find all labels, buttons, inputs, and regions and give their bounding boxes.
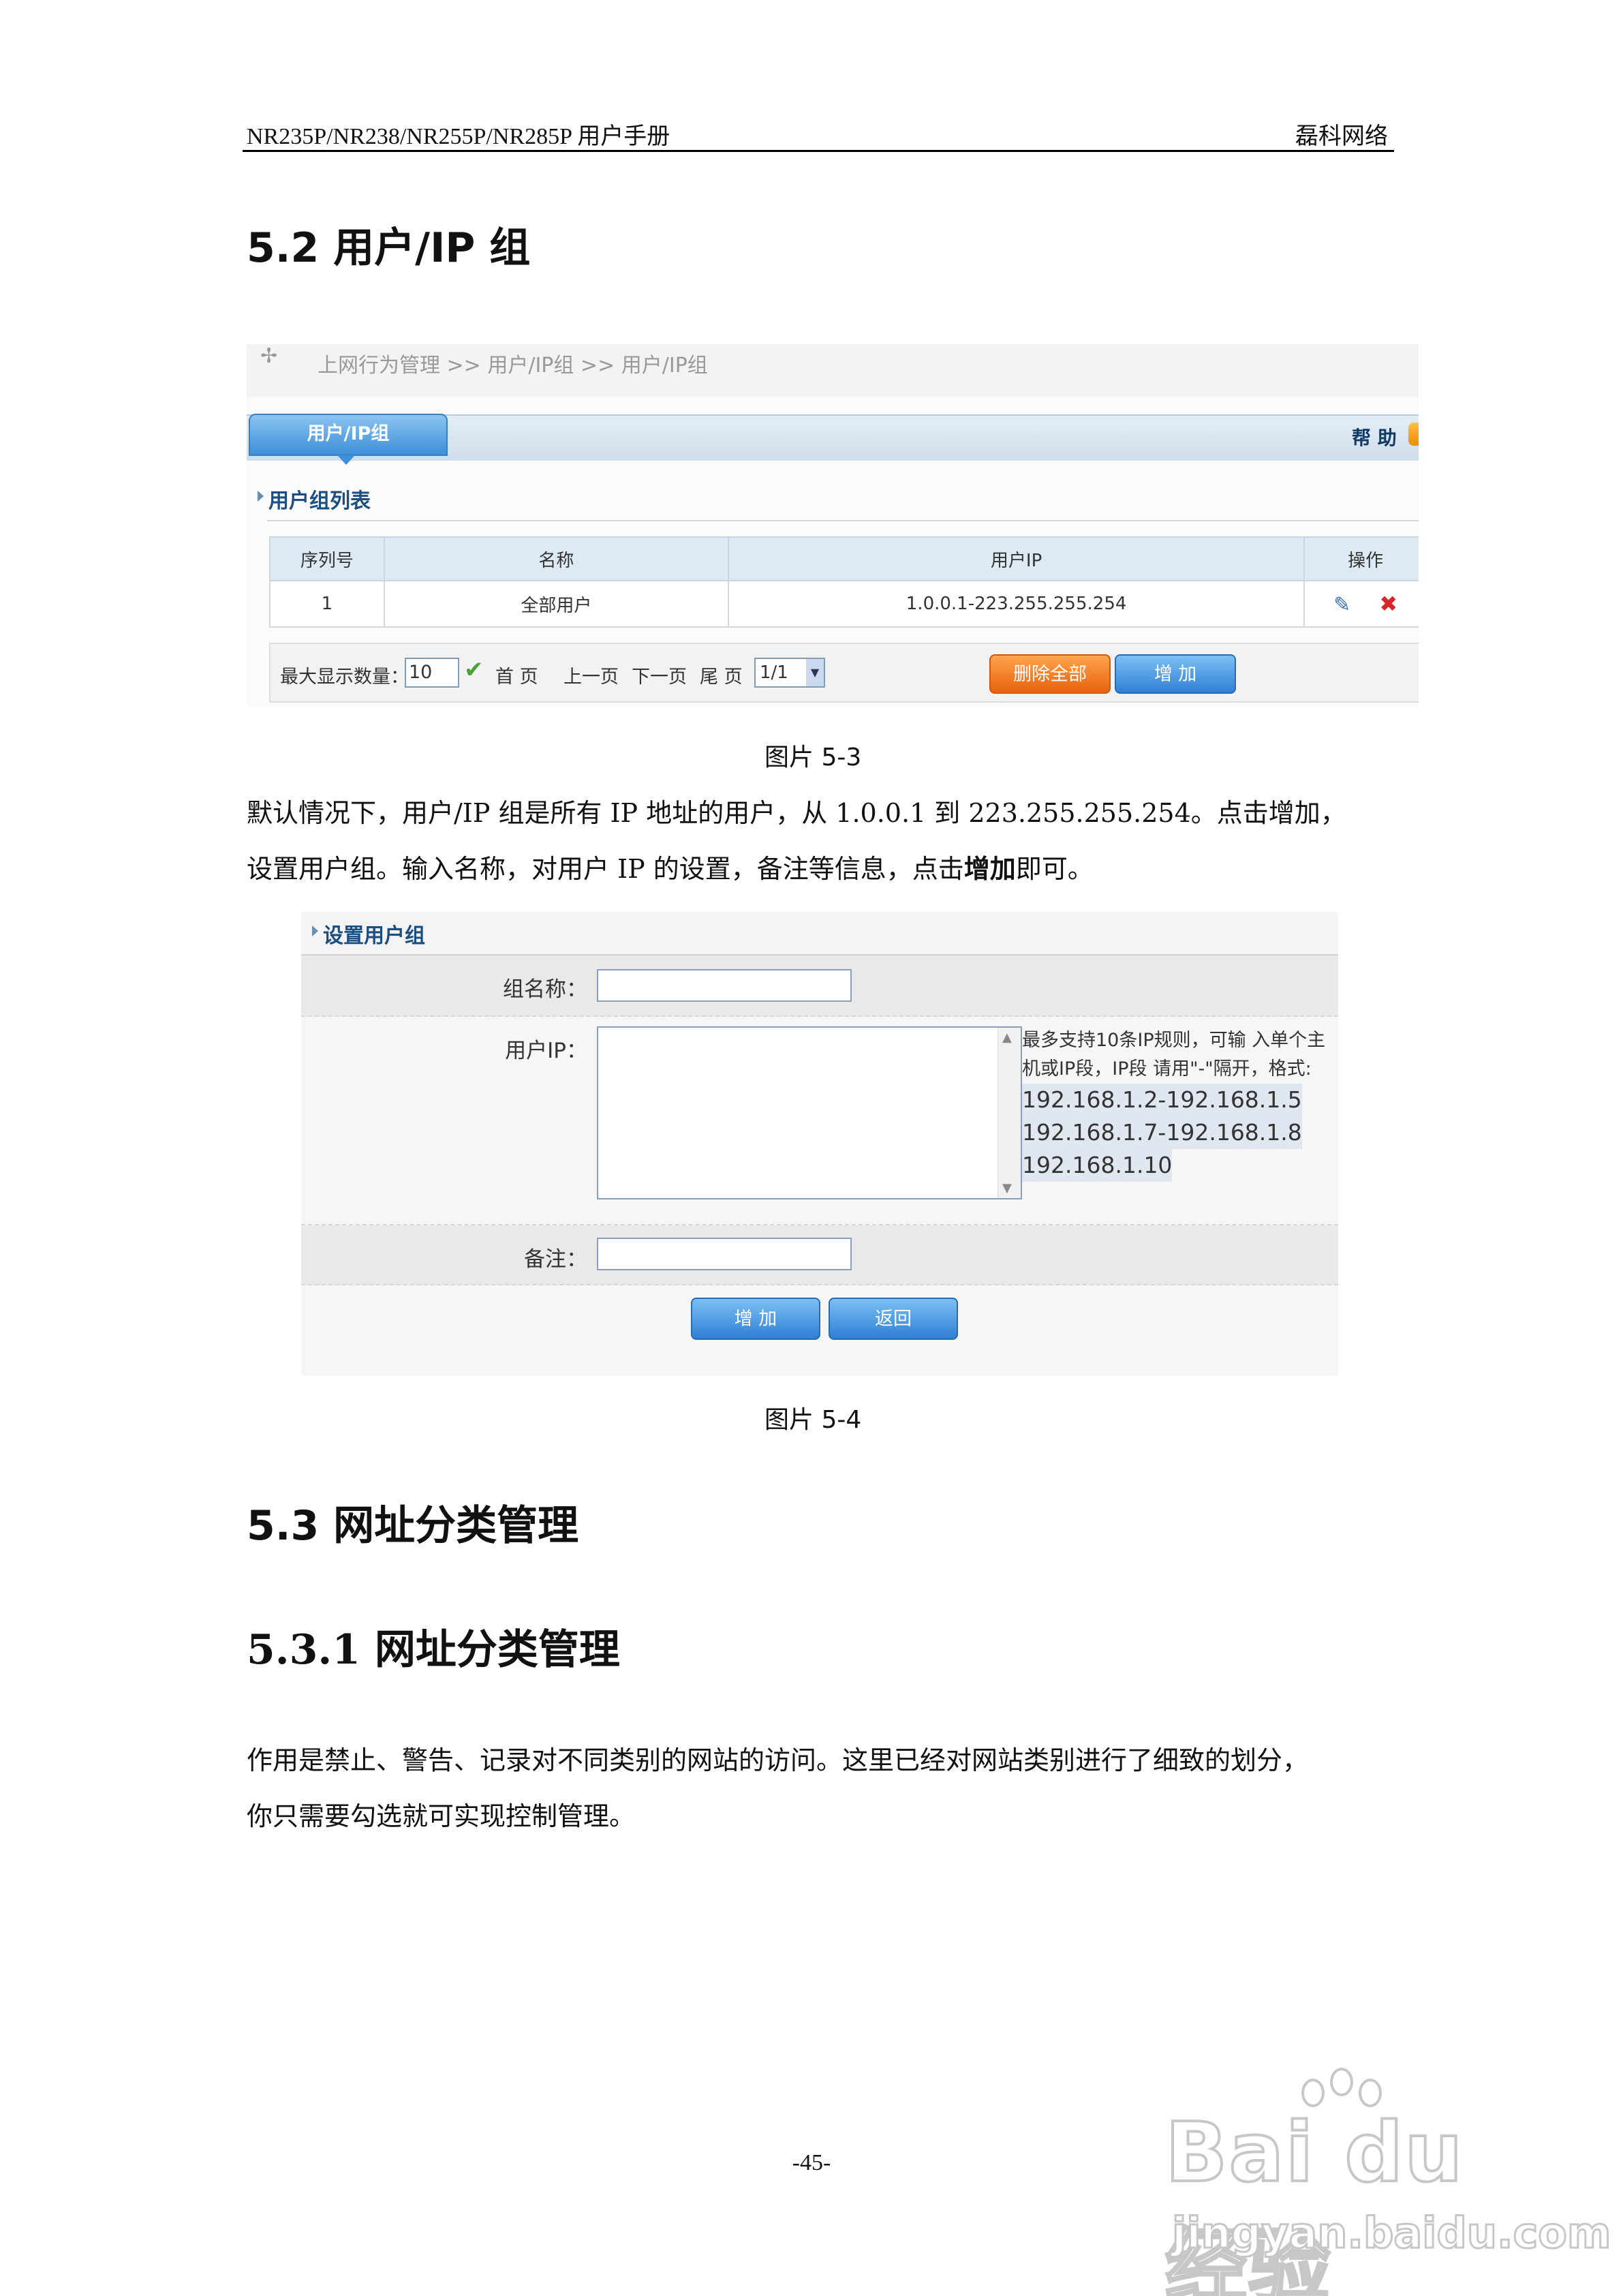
figure-set-user-group: 设置用户组 组名称： 用户IP： ▲ ▼ 最多支持10条IP规则，可输 入单个主… xyxy=(301,912,1338,1375)
hint-text: 最多支持10条IP规则，可输 入单个主 机或IP段，IP段 请用"-"隔开，格式… xyxy=(1022,1030,1326,1080)
user-ip-label: 用户IP： xyxy=(505,1039,587,1063)
group-name-input[interactable] xyxy=(597,969,852,1002)
remark-input[interactable] xyxy=(597,1238,852,1270)
cell-name: 全部用户 xyxy=(383,580,730,628)
group-name-label: 组名称： xyxy=(503,977,587,1002)
column-header-user-ip: 用户IP xyxy=(728,536,1305,581)
paragraph-line: 设置用户组。输入名称，对用户 IP 的设置，备注等信息，点击 xyxy=(247,854,964,884)
paragraph-line: 默认情况下，用户/IP 组是所有 IP 地址的用户，从 1.0.0.1 到 22… xyxy=(247,798,1346,828)
figure-caption-5-4: 图片 5-4 xyxy=(764,1406,862,1434)
prev-page-link[interactable]: 上一页 xyxy=(563,662,619,688)
max-display-input[interactable]: 10 xyxy=(405,658,459,688)
header-rule xyxy=(243,150,1394,152)
watermark-url: jingyan.baidu.com xyxy=(1171,2207,1611,2259)
section-5-2-title: 5.2 用户/IP 组 xyxy=(247,224,531,272)
user-group-table: 序列号 名称 用户IP 操作 1 全部用户 1.0.0.1-223.255.25… xyxy=(269,536,1419,628)
scroll-up-icon[interactable]: ▲ xyxy=(1002,1030,1012,1045)
form-title: 设置用户组 xyxy=(312,919,425,949)
paragraph-default-group: 默认情况下，用户/IP 组是所有 IP 地址的用户，从 1.0.0.1 到 22… xyxy=(247,785,1398,897)
bold-keyword: 增加 xyxy=(963,854,1016,884)
watermark-logo-text: Bai du 经验 xyxy=(1164,2104,1464,2296)
last-page-link[interactable]: 尾 页 xyxy=(700,662,743,688)
help-icon[interactable] xyxy=(1408,423,1419,446)
list-title: 用户组列表 xyxy=(258,484,371,514)
paragraph-line: 即可。 xyxy=(1015,854,1094,884)
divider xyxy=(267,520,1419,521)
delete-icon[interactable]: ✖ xyxy=(1379,591,1397,617)
scrollbar[interactable]: ▲ ▼ xyxy=(998,1028,1021,1198)
breadcrumb: 上网行为管理 >> 用户/IP组 >> 用户/IP组 xyxy=(318,354,708,378)
hint-example: 192.168.1.10 xyxy=(1022,1149,1173,1182)
table-row: 1 全部用户 1.0.0.1-223.255.255.254 ✎ ✖ xyxy=(269,580,1419,628)
form-row-group-name: 组名称： xyxy=(301,955,1338,1017)
plus-icon: ✢ xyxy=(260,344,278,368)
confirm-check-icon[interactable]: ✔ xyxy=(464,656,484,684)
section-5-3-title: 5.3 网址分类管理 xyxy=(247,1502,579,1550)
table-header-row: 序列号 名称 用户IP 操作 xyxy=(269,536,1419,581)
figure-user-group-list: ✢ 上网行为管理 >> 用户/IP组 >> 用户/IP组 用户/IP组 帮 助 … xyxy=(247,344,1419,707)
pager-bar: 最大显示数量： 10 ✔ 首 页 上一页 下一页 尾 页 1/1 ▼ xyxy=(269,643,1419,703)
back-button[interactable]: 返回 xyxy=(829,1298,958,1340)
scroll-down-icon[interactable]: ▼ xyxy=(1002,1181,1012,1195)
paw-icon xyxy=(1359,2079,1382,2107)
first-page-link[interactable]: 首 页 xyxy=(495,662,538,688)
hint-example: 192.168.1.7-192.168.1.8 xyxy=(1022,1116,1302,1149)
delete-all-button[interactable]: 删除全部 xyxy=(989,654,1111,694)
add-button[interactable]: 增 加 xyxy=(691,1298,820,1340)
figure-caption-5-3: 图片 5-3 xyxy=(764,744,862,771)
cell-user-ip: 1.0.0.1-223.255.255.254 xyxy=(728,580,1305,628)
hint-example: 192.168.1.2-192.168.1.5 xyxy=(1022,1084,1302,1116)
column-header-name: 名称 xyxy=(383,536,730,581)
cell-actions: ✎ ✖ xyxy=(1303,580,1419,628)
chevron-down-icon[interactable]: ▼ xyxy=(806,659,824,686)
column-header-actions: 操作 xyxy=(1303,536,1419,581)
user-ip-textarea[interactable]: ▲ ▼ xyxy=(597,1026,1022,1199)
header-title: NR235P/NR238/NR255P/NR285P 用户手册 xyxy=(247,124,670,149)
paragraph-line: 你只需要勾选就可实现控制管理。 xyxy=(247,1801,636,1831)
paragraph-url-category: 作用是禁止、警告、记录对不同类别的网站的访问。这里已经对网站类别进行了细致的划分… xyxy=(247,1732,1398,1844)
page-select-value: 1/1 xyxy=(760,662,788,683)
edit-icon[interactable]: ✎ xyxy=(1333,593,1350,617)
page-select[interactable]: 1/1 ▼ xyxy=(754,658,825,688)
ip-format-hint: 最多支持10条IP规则，可输 入单个主 机或IP段，IP段 请用"-"隔开，格式… xyxy=(1022,1026,1335,1182)
tab-pointer-icon xyxy=(337,455,355,465)
tab-user-ip-group[interactable]: 用户/IP组 xyxy=(249,414,448,456)
form-row-remark: 备注： xyxy=(301,1225,1338,1285)
help-link[interactable]: 帮 助 xyxy=(1352,423,1397,450)
paragraph-line: 作用是禁止、警告、记录对不同类别的网站的访问。这里已经对网站类别进行了细致的划分… xyxy=(247,1745,1309,1775)
remark-label: 备注： xyxy=(524,1247,587,1272)
max-display-label: 最大显示数量： xyxy=(280,667,409,688)
baidu-jingyan-watermark: Bai du 经验 jingyan.baidu.com xyxy=(1158,2065,1612,2296)
next-page-link[interactable]: 下一页 xyxy=(632,662,687,688)
section-5-3-1-title: 5.3.1 网址分类管理 xyxy=(247,1626,620,1674)
form-row-buttons: 增 加 返回 xyxy=(301,1285,1338,1375)
paw-icon xyxy=(1330,2068,1353,2096)
cell-index: 1 xyxy=(269,580,385,628)
header-company: 磊科网络 xyxy=(1295,123,1388,150)
form-row-user-ip: 用户IP： ▲ ▼ 最多支持10条IP规则，可输 入单个主 机或IP段，IP段 … xyxy=(301,1017,1338,1225)
add-button[interactable]: 增 加 xyxy=(1115,654,1236,694)
paw-icon xyxy=(1301,2079,1325,2107)
column-header-index: 序列号 xyxy=(269,536,385,581)
